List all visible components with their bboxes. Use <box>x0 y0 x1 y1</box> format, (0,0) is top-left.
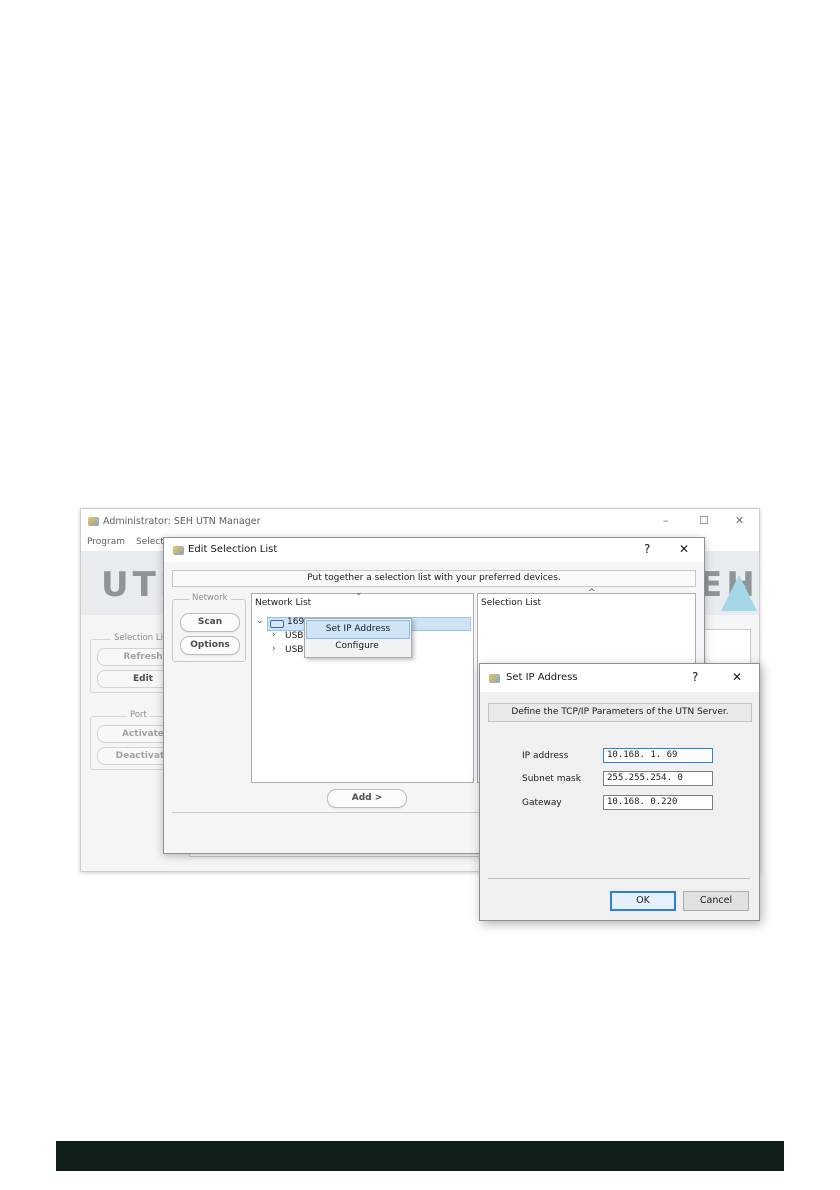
sort-indicator-icon: ⌄ <box>355 588 363 598</box>
close-icon[interactable]: ✕ <box>735 514 744 527</box>
footer-bar <box>56 1141 784 1171</box>
minimize-icon[interactable]: – <box>663 514 669 527</box>
close-icon[interactable]: ✕ <box>679 542 689 556</box>
options-button[interactable]: Options <box>180 636 240 655</box>
subnet-mask-label: Subnet mask <box>522 774 581 784</box>
port-legend: Port <box>127 710 150 720</box>
app-icon <box>88 517 99 526</box>
ok-button[interactable]: OK <box>610 891 676 911</box>
device-icon <box>270 620 284 628</box>
main-titlebar: Administrator: SEH UTN Manager – ☐ ✕ <box>81 509 759 535</box>
main-window-title: Administrator: SEH UTN Manager <box>103 516 261 527</box>
network-legend: Network <box>189 593 231 603</box>
ip-dialog-titlebar: Set IP Address ? ✕ <box>480 664 759 692</box>
chevron-right-icon[interactable]: › <box>272 630 276 640</box>
chevron-down-icon[interactable]: ⌄ <box>256 616 264 626</box>
menu-program[interactable]: Program <box>87 537 125 547</box>
sort-indicator-icon: ^ <box>588 588 596 598</box>
menu-item-set-ip-address[interactable]: Set IP Address <box>306 620 410 639</box>
logo-triangle-icon <box>721 575 757 611</box>
menu-item-configure[interactable]: Configure <box>306 638 408 655</box>
ip-description: Define the TCP/IP Parameters of the UTN … <box>488 703 752 722</box>
ip-dialog-title: Set IP Address <box>506 672 578 683</box>
chevron-right-icon[interactable]: › <box>272 644 276 654</box>
scan-button[interactable]: Scan <box>180 613 240 632</box>
network-group: Network Scan Options <box>172 593 246 662</box>
app-icon <box>489 674 500 683</box>
ip-address-field[interactable]: 10.168. 1. 69 <box>603 748 713 763</box>
gateway-field[interactable]: 10.168. 0.220 <box>603 795 713 810</box>
edit-dialog-titlebar: Edit Selection List ? ✕ <box>164 538 704 562</box>
gateway-label: Gateway <box>522 798 562 808</box>
help-icon[interactable]: ? <box>692 670 698 684</box>
selection-list-label: Selection List <box>481 598 542 608</box>
context-menu: Set IP Address Configure <box>304 618 412 658</box>
tree-item-label[interactable]: USB <box>285 645 303 655</box>
network-list-label: Network List <box>255 598 312 608</box>
maximize-icon[interactable]: ☐ <box>699 514 709 527</box>
help-icon[interactable]: ? <box>644 542 650 556</box>
add-button[interactable]: Add > <box>327 789 407 808</box>
hint-bar: Put together a selection list with your … <box>172 570 696 587</box>
tree-item-label[interactable]: USB <box>285 631 303 641</box>
separator <box>488 878 750 879</box>
set-ip-address-dialog: Set IP Address ? ✕ Define the TCP/IP Par… <box>479 663 760 921</box>
menu-selection[interactable]: Selecti <box>136 537 166 547</box>
close-icon[interactable]: ✕ <box>732 670 742 684</box>
edit-dialog-title: Edit Selection List <box>188 544 278 555</box>
cancel-button[interactable]: Cancel <box>683 891 749 911</box>
ip-address-label: IP address <box>522 751 569 761</box>
app-icon <box>173 546 184 555</box>
subnet-mask-field[interactable]: 255.255.254. 0 <box>603 771 713 786</box>
